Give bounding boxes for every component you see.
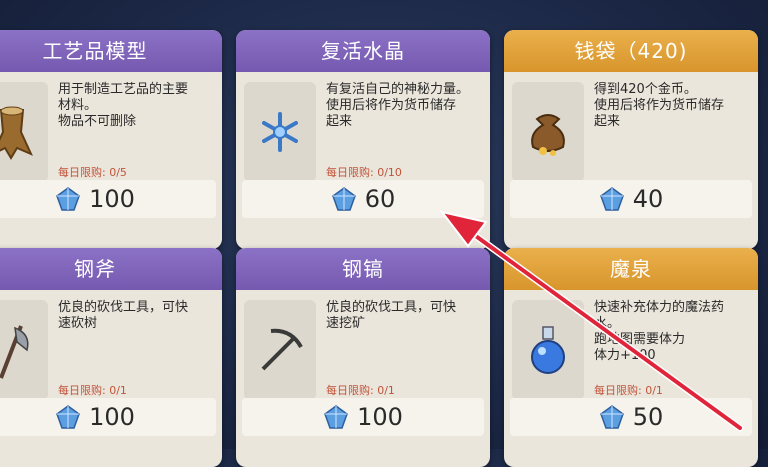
card-description: 优良的砍伐工具，可快 速砍树: [58, 300, 189, 331]
price-value: 40: [632, 185, 664, 213]
money-bag-icon: [512, 82, 584, 182]
card-description: 快速补充体力的魔法药 水。 跑地图需要体力 体力+100: [594, 300, 725, 363]
buy-button[interactable]: 100: [0, 398, 216, 436]
price-value: 50: [632, 403, 664, 431]
daily-limit: 每日限购: 0/10: [326, 166, 402, 179]
card-title: 工艺品模型: [0, 30, 222, 72]
daily-limit: 每日限购: 0/1: [58, 384, 127, 397]
gem-icon: [56, 187, 80, 211]
buy-button[interactable]: 60: [242, 180, 484, 218]
shop-card-steel-pickaxe[interactable]: 钢镐 优良的砍伐工具，可快 速挖矿 每日限购: 0/1 100: [236, 248, 490, 467]
shop-card-craft-model[interactable]: 工艺品模型 用于制造工艺品的主要 材料。 物品不可删除 每日限购: 0/5 10…: [0, 30, 222, 249]
card-title: 复活水晶: [236, 30, 490, 72]
shop-card-revive-crystal[interactable]: 复活水晶 有复活自己的神秘力量。 使用后将作为货币储存 起来 每日限购: 0/1…: [236, 30, 490, 249]
card-title: 钱袋（420): [504, 30, 758, 72]
axe-icon: [0, 300, 48, 400]
gem-icon: [599, 405, 624, 429]
card-title: 钢斧: [0, 248, 222, 290]
shop-card-money-bag[interactable]: 钱袋（420) 得到420个金币。 使用后将作为货币储存 起来 40: [504, 30, 758, 249]
card-description: 优良的砍伐工具，可快 速挖矿: [326, 300, 457, 331]
buy-button[interactable]: 50: [510, 398, 752, 436]
price-value: 100: [89, 185, 135, 213]
price-value: 60: [364, 185, 396, 213]
buy-button[interactable]: 40: [510, 180, 752, 218]
pickaxe-icon: [244, 300, 316, 400]
gem-icon: [599, 187, 624, 211]
shop-card-magic-spring[interactable]: 魔泉 快速补充体力的魔法药 水。 跑地图需要体力 体力+100 每日限购: 0/…: [504, 248, 758, 467]
price-value: 100: [357, 403, 403, 431]
card-description: 有复活自己的神秘力量。 使用后将作为货币储存 起来: [326, 82, 470, 129]
card-description: 得到420个金币。 使用后将作为货币储存 起来: [594, 82, 725, 129]
gem-icon: [324, 405, 348, 429]
card-title: 魔泉: [504, 248, 758, 290]
daily-limit: 每日限购: 0/5: [58, 166, 127, 179]
shop-card-steel-axe[interactable]: 钢斧 优良的砍伐工具，可快 速砍树 每日限购: 0/1 100: [0, 248, 222, 467]
price-value: 100: [89, 403, 135, 431]
potion-icon: [512, 300, 584, 400]
gem-icon: [331, 187, 356, 211]
snowflake-crystal-icon: [244, 82, 316, 182]
daily-limit: 每日限购: 0/1: [326, 384, 395, 397]
buy-button[interactable]: 100: [242, 398, 484, 436]
card-title: 钢镐: [236, 248, 490, 290]
buy-button[interactable]: 100: [0, 180, 216, 218]
wood-log-icon: [0, 82, 48, 182]
daily-limit: 每日限购: 0/1: [594, 384, 663, 397]
card-description: 用于制造工艺品的主要 材料。 物品不可删除: [58, 82, 189, 129]
gem-icon: [56, 405, 80, 429]
